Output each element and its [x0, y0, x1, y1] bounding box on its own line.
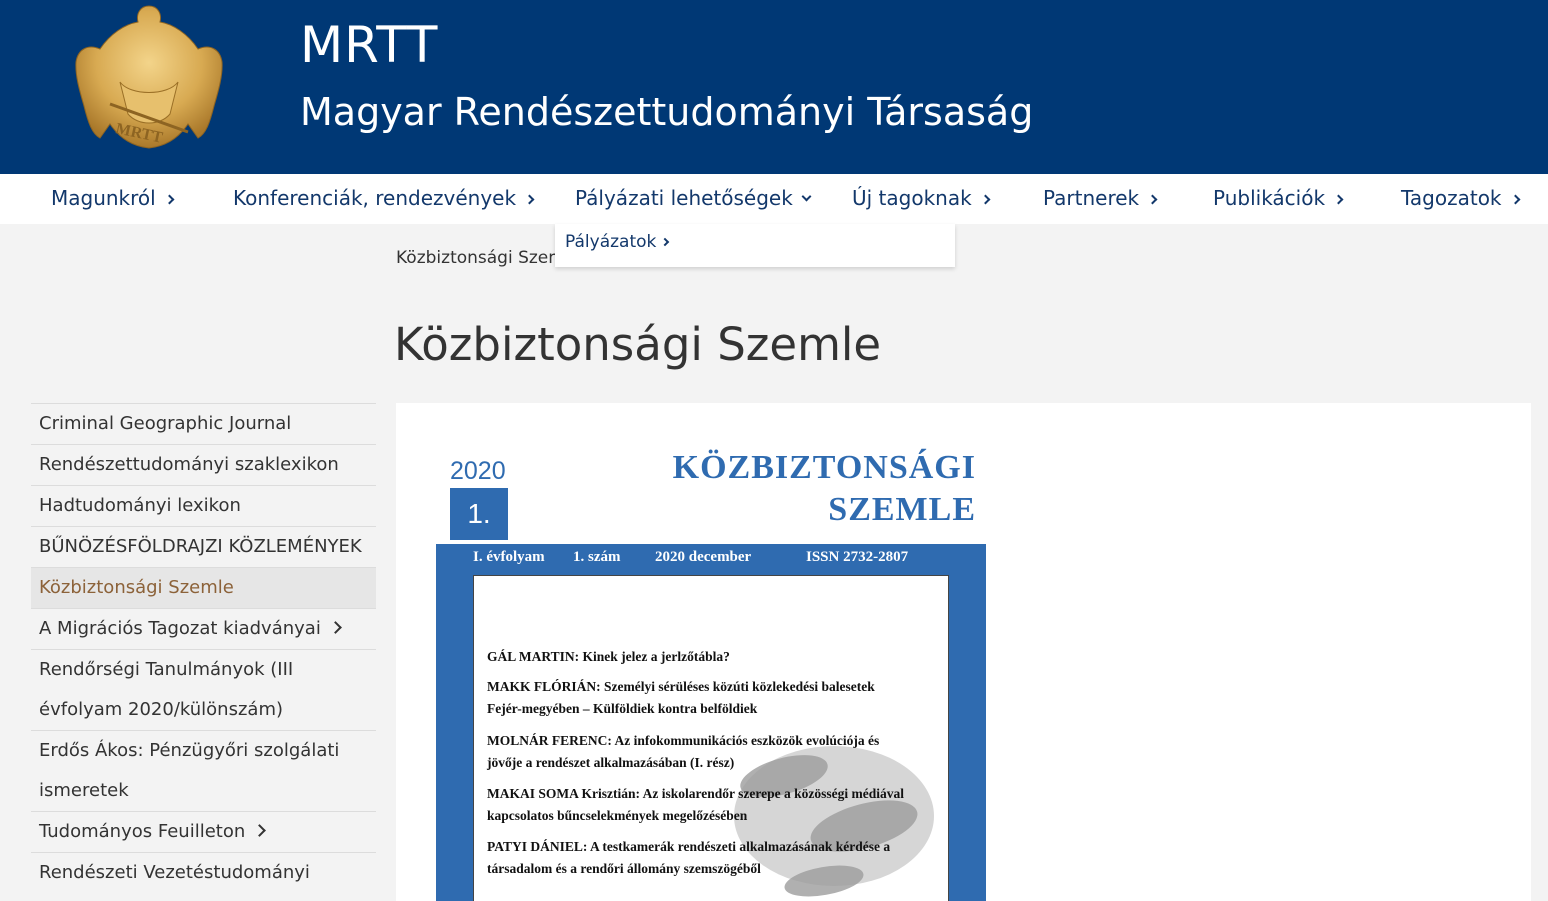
- cover-issue-number: 1.: [450, 488, 508, 540]
- main-content: 2020 1. KÖZBIZTONSÁGI SZEMLE I. évfolyam…: [396, 403, 1531, 901]
- sidebar-item-penzugyori-szolgalati-ismeretek[interactable]: Erdős Ákos: Pénzügyőri szolgálati ismere…: [31, 730, 376, 811]
- site-title[interactable]: MRTT: [300, 16, 438, 74]
- nav-item-partnerek[interactable]: Partnerek: [1043, 174, 1158, 224]
- chevron-right-icon: [328, 621, 342, 634]
- chevron-down-icon: [801, 191, 812, 202]
- toc-entry: GÁL MARTIN: Kinek jelez a jerlzőtábla?: [487, 649, 730, 664]
- site-header: MRTT MRTT Magyar Rendészettudományi Társ…: [0, 0, 1548, 174]
- nav-item-label: Partnerek: [1043, 186, 1140, 210]
- journal-cover-image[interactable]: 2020 1. KÖZBIZTONSÁGI SZEMLE I. évfolyam…: [436, 443, 986, 901]
- nav-item-label: Magunkról: [51, 186, 156, 210]
- sidebar-item-szaklexikon[interactable]: Rendészettudományi szaklexikon: [31, 444, 376, 485]
- chevron-right-icon: [253, 824, 267, 837]
- nav-item-label: Pályázati lehetőségek: [575, 186, 793, 210]
- toc-entry: MAKK FLÓRIÁN: Személyi sérüléses közúti …: [487, 679, 875, 716]
- nav-item-label: Publikációk: [1213, 186, 1326, 210]
- cover-volume: I. évfolyam: [473, 549, 545, 565]
- sidebar-item-migracios-tagozat[interactable]: A Migrációs Tagozat kiadványai: [31, 608, 376, 649]
- cover-date: 2020 december: [655, 549, 752, 565]
- chevron-right-icon: [1147, 194, 1158, 205]
- nav-item-palyazati-lehetosegek[interactable]: Pályázati lehetőségek: [575, 174, 812, 224]
- cover-title: SZEMLE: [828, 491, 976, 528]
- site-subtitle[interactable]: Magyar Rendészettudományi Társaság: [300, 90, 1033, 134]
- nav-item-label: Tagozatok: [1401, 186, 1502, 210]
- chevron-right-icon: [1333, 194, 1344, 205]
- cover-number: 1. szám: [573, 549, 621, 565]
- nav-dropdown-menu: Pályázatok: [555, 224, 955, 267]
- chevron-right-icon: [1510, 194, 1520, 205]
- toc-entry: MAKAI SOMA Krisztián: Az iskolarendőr sz…: [487, 786, 904, 823]
- dropdown-item-palyazatok[interactable]: Pályázatok: [565, 232, 670, 252]
- chevron-right-icon: [661, 237, 670, 247]
- sidebar-item-bunozesfoldrajzi-kozlemenyek[interactable]: BŰNÖZÉSFÖLDRAJZI KÖZLEMÉNYEK: [31, 526, 376, 567]
- cover-year: 2020: [450, 457, 506, 485]
- sidebar-item-tudomanyos-feuilleton[interactable]: Tudományos Feuilleton: [31, 811, 376, 852]
- nav-item-label: Konferenciák, rendezvények: [233, 186, 517, 210]
- breadcrumb[interactable]: Közbiztonsági Szemle: [396, 248, 580, 268]
- toc-entry: MOLNÁR FERENC: Az infokommunikációs eszk…: [487, 733, 880, 770]
- sidebar-item-label: Tudományos Feuilleton: [39, 821, 246, 842]
- cover-issn: ISSN 2732-2807: [806, 549, 909, 565]
- main-nav: Magunkról Konferenciák, rendezvények Pál…: [0, 174, 1548, 224]
- page-title: Közbiztonsági Szemle: [394, 318, 882, 371]
- sidebar-item-kozbiztonsagi-szemle[interactable]: Közbiztonsági Szemle: [31, 567, 376, 608]
- nav-item-magunkrol[interactable]: Magunkról: [51, 174, 175, 224]
- nav-item-publikaciok[interactable]: Publikációk: [1213, 174, 1344, 224]
- dropdown-item-label: Pályázatok: [565, 232, 657, 252]
- chevron-right-icon: [524, 194, 535, 205]
- nav-item-uj-tagoknak[interactable]: Új tagoknak: [852, 174, 991, 224]
- sidebar-item-rendorsegi-tanulmanyok[interactable]: Rendőrségi Tanulmányok (III évfolyam 202…: [31, 649, 376, 730]
- nav-item-tagozatok[interactable]: Tagozatok: [1401, 174, 1520, 224]
- chevron-right-icon: [980, 194, 991, 205]
- sidebar-menu: Criminal Geographic Journal Rendészettud…: [31, 403, 376, 901]
- cover-toc-box: GÁL MARTIN: Kinek jelez a jerlzőtábla? M…: [473, 575, 949, 901]
- nav-item-konferenciak[interactable]: Konferenciák, rendezvények: [233, 174, 535, 224]
- chevron-right-icon: [164, 194, 175, 205]
- sidebar-item-vezetestudomanyi-tanszek[interactable]: Rendészeti Vezetéstudományi Tanszék Konf…: [31, 852, 376, 901]
- mrtt-eagle-logo[interactable]: MRTT: [70, 4, 228, 150]
- nav-item-label: Új tagoknak: [852, 186, 972, 210]
- sidebar-item-criminal-geographic-journal[interactable]: Criminal Geographic Journal: [31, 403, 376, 444]
- toc-entry: PATYI DÁNIEL: A testkamerák rendészeti a…: [487, 839, 891, 876]
- cover-title: KÖZBIZTONSÁGI: [672, 449, 976, 486]
- sidebar-item-label: A Migrációs Tagozat kiadványai: [39, 618, 321, 639]
- sidebar-item-hadtudomanyi-lexikon[interactable]: Hadtudományi lexikon: [31, 485, 376, 526]
